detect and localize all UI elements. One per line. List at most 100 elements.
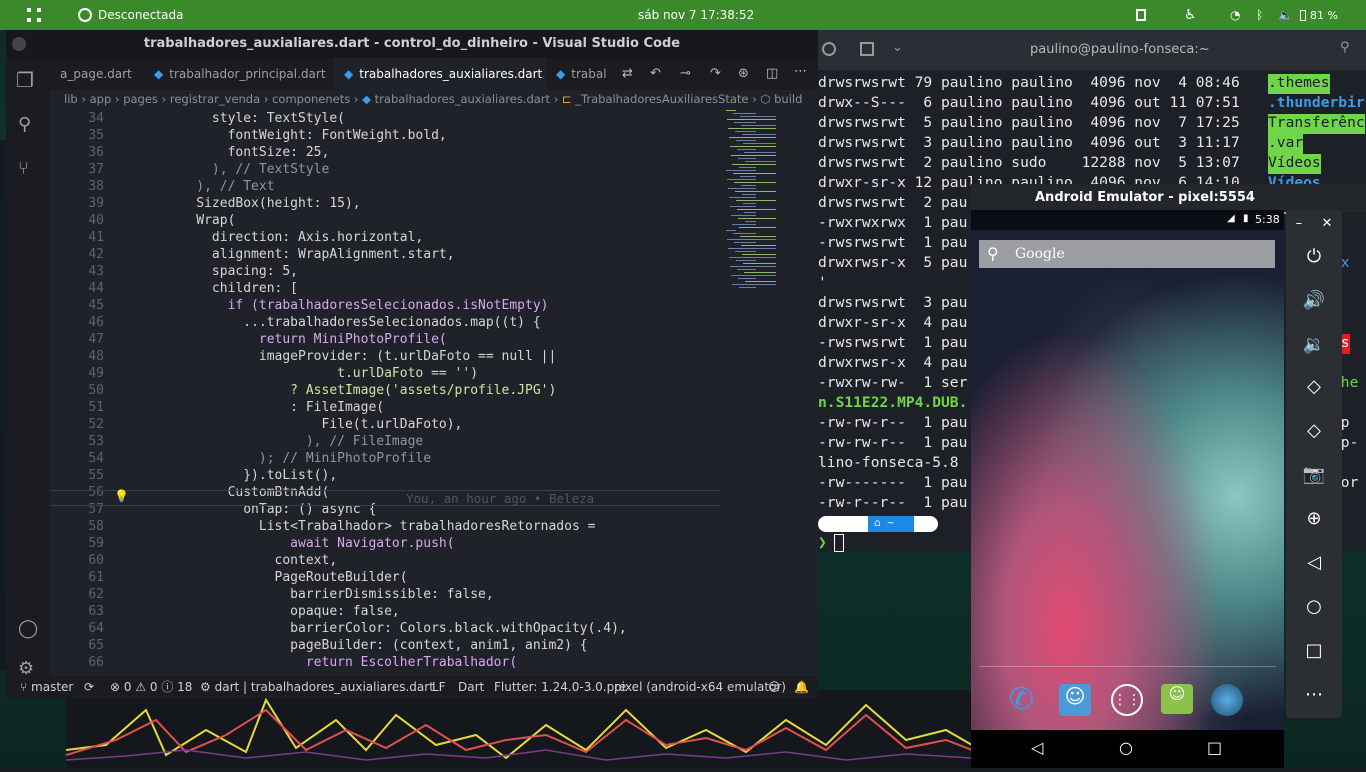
home-icon[interactable]: ○ (1119, 738, 1133, 757)
code-line[interactable]: 65 pageBuilder: (context, anim1, anim2) … (50, 637, 720, 654)
code-line[interactable]: 39 SizedBox(height: 15), (50, 195, 720, 212)
search-icon[interactable]: ⚲ (18, 114, 31, 135)
apps-grid-icon[interactable] (26, 0, 42, 30)
code-line[interactable]: 64 barrierColor: Colors.black.withOpacit… (50, 620, 720, 637)
new-tab-icon[interactable] (860, 42, 874, 56)
minimize-icon[interactable]: – (1296, 216, 1303, 231)
eol-status[interactable]: LF (432, 676, 446, 698)
code-line[interactable]: 34 style: TextStyle( (50, 110, 720, 127)
code-line[interactable]: 55 }).toList(), (50, 467, 720, 484)
code-line[interactable]: 48 imageProvider: (t.urlDaFoto == null |… (50, 348, 720, 365)
battery-indicator[interactable]: 81 % (1300, 0, 1338, 30)
phone-app-icon[interactable]: ✆ (1009, 682, 1045, 718)
code-line[interactable]: 66 return EscolherTrabalhador( (50, 654, 720, 671)
language-file-status[interactable]: ⚙ dart | trabalhadores_auxialiares.dart (200, 676, 434, 698)
code-line[interactable]: 52 File(t.urlDaFoto), (50, 416, 720, 433)
chevron-down-icon[interactable]: ⌄ (892, 40, 903, 55)
app-drawer-icon[interactable]: ⋮⋮ (1111, 684, 1143, 716)
clock[interactable]: sáb nov 7 17:38:52 (638, 0, 754, 30)
back-icon[interactable]: ◁ (1286, 544, 1342, 580)
close-icon[interactable]: ✕ (1321, 216, 1332, 231)
screen-icon[interactable] (1136, 0, 1146, 30)
volume-icon[interactable]: 🔈 (1278, 0, 1293, 30)
back-icon[interactable]: ◁ (1031, 738, 1043, 757)
zoom-icon[interactable]: ⊕ (1286, 500, 1342, 536)
google-search-bar[interactable]: ⚲ Google (979, 240, 1275, 268)
source-control-icon[interactable]: ⑂ (18, 158, 29, 179)
lightbulb-icon[interactable]: 💡 (114, 489, 129, 503)
go-back-icon[interactable]: ↶ (650, 66, 661, 81)
bluetooth-icon[interactable]: ᛒ (1256, 0, 1263, 30)
overview-icon[interactable]: □ (1286, 632, 1342, 668)
code-line[interactable]: 40 Wrap( (50, 212, 720, 229)
volume-up-icon[interactable]: 🔊 (1286, 282, 1342, 318)
code-line[interactable]: 51 : FileImage( (50, 399, 720, 416)
code-line[interactable]: 44 children: [ (50, 280, 720, 297)
code-line[interactable]: 45 if (trabalhadoresSelecionados.isNotEm… (50, 297, 720, 314)
terminal-line: -rwsrwsrwt 1 pau (818, 334, 968, 351)
account-icon[interactable]: ◯ (18, 618, 38, 639)
search-icon[interactable]: ⚲ (1340, 40, 1350, 55)
split-editor-icon[interactable]: ◫ (766, 66, 778, 81)
browser-app-icon[interactable] (1211, 684, 1243, 716)
notifications-icon[interactable]: 🔔 (794, 676, 809, 698)
code-line[interactable]: 47 return MiniPhotoProfile( (50, 331, 720, 348)
commit-icon[interactable]: ⊸ (680, 66, 691, 81)
wifi-icon[interactable]: ◔ (1230, 0, 1240, 30)
tab-a-page[interactable]: a_page.dart (50, 58, 144, 90)
minimap[interactable] (722, 110, 802, 310)
power-icon[interactable]: ⏻ (1286, 238, 1342, 274)
accessibility-icon[interactable]: ♿ (1184, 0, 1197, 30)
code-line[interactable]: 58 List<Trabalhador> trabalhadoresRetorn… (50, 518, 720, 535)
code-line[interactable]: 43 spacing: 5, (50, 263, 720, 280)
code-line[interactable]: 53 ), // FileImage (50, 433, 720, 450)
code-line[interactable]: 62 barrierDismissible: false, (50, 586, 720, 603)
line-number: 48 (88, 349, 104, 364)
code-line[interactable]: 38 ), // Text (50, 178, 720, 195)
code-line[interactable]: 46 ...trabalhadoresSelecionados.map((t) … (50, 314, 720, 331)
camera-icon[interactable]: 📷 (1286, 456, 1342, 492)
window-menu-icon[interactable] (12, 37, 26, 51)
emulator-screen[interactable]: ◢ ▮ 5:38 ⚲ Google ✆ ☺ ⋮⋮ ☺ ◁ ○ □ (971, 210, 1284, 768)
more-icon[interactable]: ⋯ (1286, 676, 1342, 712)
flutter-version[interactable]: Flutter: 1.24.0-3.0.pre (494, 676, 626, 698)
contacts-app-icon[interactable]: ☺ (1059, 684, 1091, 716)
rotate-left-icon[interactable]: ◇ (1286, 368, 1342, 404)
code-line[interactable]: 35 fontWeight: FontWeight.bold, (50, 127, 720, 144)
network-status[interactable]: Desconectada (78, 0, 183, 30)
tab-trabal[interactable]: ◆ trabal (546, 58, 608, 90)
code-line[interactable]: 63 opaque: false, (50, 603, 720, 620)
code-line[interactable]: 54 ); // MiniPhotoProfile (50, 450, 720, 467)
rotate-right-icon[interactable]: ◇ (1286, 412, 1342, 448)
flutter-outline-icon[interactable]: ⊛ (738, 66, 749, 81)
device-status[interactable]: pixel (android-x64 emulator) (614, 676, 786, 698)
sync-icon[interactable]: ⟳ (84, 676, 94, 698)
code-line[interactable]: 42 alignment: WrapAlignment.start, (50, 246, 720, 263)
branch-status[interactable]: ⑂ master (20, 676, 73, 698)
terminal-menu-icon[interactable] (822, 42, 836, 56)
home-icon[interactable]: ○ (1286, 588, 1342, 624)
explorer-icon[interactable]: ❐ (16, 68, 34, 92)
problems-status[interactable]: ⊗ 0 ⚠ 0 ⓘ 18 (110, 676, 192, 698)
overview-icon[interactable]: □ (1207, 738, 1222, 757)
code-line[interactable]: 41 direction: Axis.horizontal, (50, 229, 720, 246)
code-line[interactable]: 50 ? AssetImage('assets/profile.JPG') (50, 382, 720, 399)
tab-trabalhadores-auxialiares[interactable]: ◆trabalhadores_auxialiares.dart× (334, 58, 546, 90)
feedback-icon[interactable]: ☺ (768, 676, 781, 698)
volume-down-icon[interactable]: 🔉 (1286, 326, 1342, 362)
code-line[interactable]: 36 fontSize: 25, (50, 144, 720, 161)
vscode-window[interactable]: trabalhadores_auxialiares.dart - control… (6, 30, 818, 698)
go-forward-icon[interactable]: ↷ (710, 66, 721, 81)
code-line[interactable]: 60 context, (50, 552, 720, 569)
more-actions-icon[interactable]: ⋯ (794, 64, 807, 79)
messaging-app-icon[interactable]: ☺ (1161, 684, 1193, 714)
code-line[interactable]: 49 t.urlDaFoto == '') (50, 365, 720, 382)
code-line[interactable]: 37 ), // TextStyle (50, 161, 720, 178)
tab-trabalhador-principal[interactable]: ◆ trabalhador_principal.dart (144, 58, 334, 90)
code-editor[interactable]: 34 style: TextStyle(35 fontWeight: FontW… (50, 110, 720, 676)
code-text: File(t.urlDaFoto), (118, 417, 463, 432)
code-line[interactable]: 59 await Navigator.push( (50, 535, 720, 552)
code-line[interactable]: 61 PageRouteBuilder( (50, 569, 720, 586)
hot-reload-icon[interactable]: ⇄ (622, 66, 633, 81)
language-mode[interactable]: Dart (458, 676, 484, 698)
